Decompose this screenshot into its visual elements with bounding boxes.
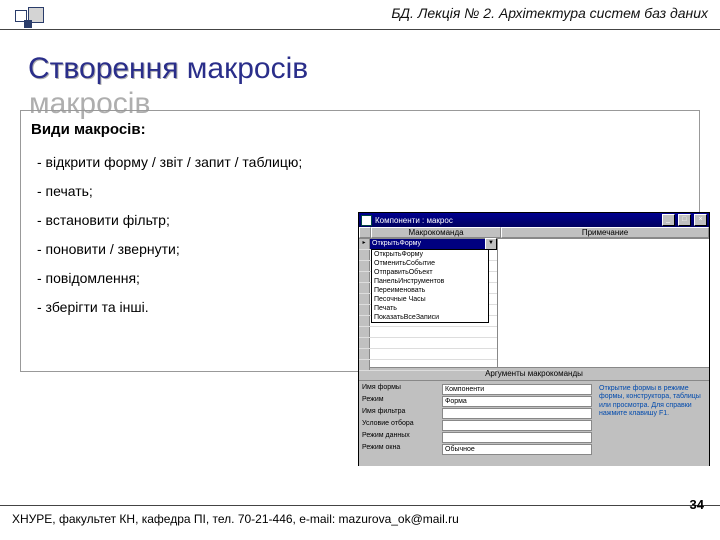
window-title: Компоненти : макрос xyxy=(375,216,453,225)
dropdown-option[interactable]: Печать xyxy=(372,304,488,313)
dropdown-option[interactable]: Переименовать xyxy=(372,286,488,295)
dropdown-option[interactable]: ОткрытьФорму xyxy=(372,250,488,259)
arg-value[interactable]: Форма xyxy=(442,396,592,407)
arg-label: Режим окна xyxy=(362,444,442,455)
header-rule xyxy=(0,29,720,30)
maximize-button[interactable]: □ xyxy=(678,214,691,226)
arg-row: Режим Форма xyxy=(362,396,592,407)
arg-label: Имя фильтра xyxy=(362,408,442,419)
slide-header: БД. Лекція № 2. Архітектура систем баз д… xyxy=(391,5,708,21)
dropdown-option[interactable]: ОтменитьСобытие xyxy=(372,259,488,268)
dropdown-option[interactable]: ПанельИнструментов xyxy=(372,277,488,286)
minimize-button[interactable]: _ xyxy=(662,214,675,226)
arguments-pane: Имя формы Компоненти Режим Форма Имя фил… xyxy=(359,381,709,466)
dropdown-option[interactable]: ПоказатьВсеЗаписи xyxy=(372,313,488,322)
column-note[interactable]: Примечание xyxy=(501,227,709,238)
slide-logo xyxy=(10,6,50,28)
arg-label: Режим xyxy=(362,396,442,407)
window-icon xyxy=(361,215,372,226)
list-item: - печать; xyxy=(31,183,689,199)
page-number: 34 xyxy=(690,497,704,512)
list-item: - відкрити форму / звіт / запит / таблиц… xyxy=(31,154,689,170)
arg-label: Имя формы xyxy=(362,384,442,395)
arg-value[interactable] xyxy=(442,408,592,419)
dropdown-option[interactable]: ОтправитьОбъект xyxy=(372,268,488,277)
arg-row: Имя формы Компоненти xyxy=(362,384,592,395)
grid-header: Макрокоманда Примечание xyxy=(359,227,709,239)
arg-value[interactable]: Обычное xyxy=(442,444,592,455)
dropdown-list[interactable]: ОткрытьФорму ОтменитьСобытие ОтправитьОб… xyxy=(371,249,489,323)
macro-editor-window: Компоненти : макрос _ □ × Макрокоманда П… xyxy=(358,212,710,466)
arg-row: Режим данных xyxy=(362,432,592,443)
column-macrocommand[interactable]: Макрокоманда xyxy=(371,227,501,238)
arg-value[interactable] xyxy=(442,432,592,443)
arg-row: Режим окна Обычное xyxy=(362,444,592,455)
slide-footer: ХНУРЕ, факультет КН, кафедра ПІ, тел. 70… xyxy=(12,512,459,526)
dropdown-option[interactable]: Песочные Часы xyxy=(372,295,488,304)
arg-label: Условие отбора xyxy=(362,420,442,431)
arg-label: Режим данных xyxy=(362,432,442,443)
grid-body: ОткрытьФорму ▼ ОткрытьФорму ОтменитьСобы… xyxy=(359,239,709,367)
arg-row: Условие отбора xyxy=(362,420,592,431)
arguments-help-text: Открытие формы в режиме формы, конструкт… xyxy=(595,381,709,466)
slide-title: Створення макросів Створення макросів xyxy=(28,52,308,86)
footer-rule xyxy=(0,505,720,506)
arg-row: Имя фильтра xyxy=(362,408,592,419)
content-subheading: Види макросів: xyxy=(31,121,689,138)
arg-value[interactable]: Компоненти xyxy=(442,384,592,395)
selected-cell-value[interactable]: ОткрытьФорму xyxy=(370,239,485,249)
window-titlebar: Компоненти : макрос _ □ × xyxy=(359,213,709,227)
close-button[interactable]: × xyxy=(694,214,707,226)
arg-value[interactable] xyxy=(442,420,592,431)
